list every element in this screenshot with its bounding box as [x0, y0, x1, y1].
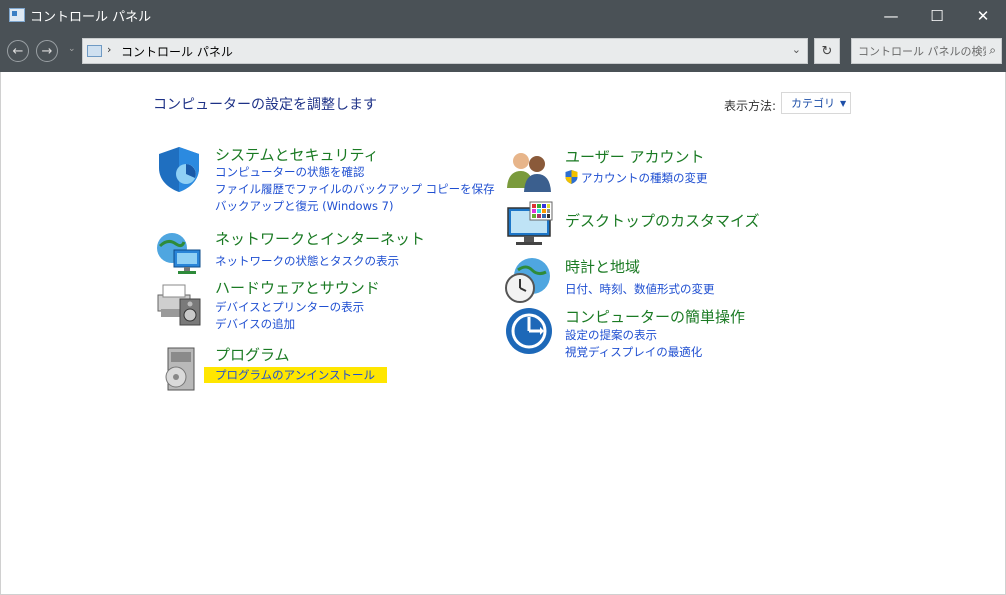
view-by-value[interactable]: カテゴリ: [791, 95, 835, 111]
minimize-button[interactable]: —: [868, 0, 914, 32]
backup-restore-link[interactable]: バックアップと復元 (Windows 7): [215, 198, 393, 214]
change-date-time-link[interactable]: 日付、時刻、数値形式の変更: [565, 281, 715, 297]
search-box[interactable]: ⌕: [851, 38, 1002, 64]
navigation-bar: ← → ⌄ › コントロール パネル ⌄ ↻ ⌕: [0, 32, 1006, 72]
change-account-type-link[interactable]: アカウントの種類の変更: [565, 170, 708, 186]
close-button[interactable]: ✕: [960, 0, 1006, 32]
view-by-label: 表示方法:: [724, 99, 777, 113]
title-bar: コントロール パネル — ☐ ✕: [0, 0, 1006, 32]
control-panel-content: コンピューターの設定を調整します 表示方法: カテゴリ ▼ システムとセキュリテ…: [0, 72, 1006, 595]
breadcrumb-control-panel[interactable]: コントロール パネル: [121, 43, 233, 60]
change-account-type-label: アカウントの種類の変更: [581, 171, 708, 185]
uac-shield-icon: [565, 170, 578, 184]
refresh-button[interactable]: ↻: [814, 38, 840, 64]
programs-box-icon[interactable]: [154, 344, 204, 394]
view-by-dropdown[interactable]: カテゴリ ▼: [781, 92, 851, 114]
file-history-link[interactable]: ファイル履歴でファイルのバックアップ コピーを保存: [215, 181, 495, 197]
network-status-link[interactable]: ネットワークの状態とタスクの表示: [215, 253, 399, 269]
add-device-link[interactable]: デバイスの追加: [215, 316, 295, 332]
address-dropdown-icon[interactable]: ⌄: [792, 43, 801, 56]
control-panel-icon: [9, 8, 25, 22]
recommended-settings-link[interactable]: 設定の提案の表示: [565, 327, 657, 343]
forward-button[interactable]: →: [36, 40, 58, 62]
page-title: コンピューターの設定を調整します: [153, 97, 377, 113]
network-globe-icon[interactable]: [154, 228, 204, 278]
search-icon[interactable]: ⌕: [989, 43, 996, 58]
ease-of-access-link[interactable]: コンピューターの簡単操作: [565, 306, 745, 327]
devices-printers-link[interactable]: デバイスとプリンターの表示: [215, 299, 364, 315]
uninstall-program-link[interactable]: プログラムのアンインストール: [204, 367, 387, 383]
user-accounts-link[interactable]: ユーザー アカウント: [565, 146, 704, 167]
search-input[interactable]: [856, 39, 988, 63]
check-status-link[interactable]: コンピューターの状態を確認: [215, 164, 365, 180]
network-internet-link[interactable]: ネットワークとインターネット: [215, 228, 425, 249]
window-title: コントロール パネル: [30, 10, 152, 25]
back-button[interactable]: ←: [7, 40, 29, 62]
ease-of-access-icon[interactable]: [504, 306, 554, 356]
breadcrumb-separator[interactable]: ›: [107, 43, 111, 56]
hardware-sound-link[interactable]: ハードウェアとサウンド: [215, 277, 380, 298]
users-icon[interactable]: [504, 146, 554, 196]
programs-link[interactable]: プログラム: [215, 344, 290, 365]
appearance-link[interactable]: デスクトップのカスタマイズ: [565, 210, 760, 231]
printer-speaker-icon[interactable]: [154, 277, 204, 327]
clock-region-link[interactable]: 時計と地域: [565, 256, 640, 277]
system-security-link[interactable]: システムとセキュリティ: [215, 144, 379, 165]
address-bar[interactable]: › コントロール パネル ⌄: [82, 38, 808, 64]
recent-locations-button[interactable]: ⌄: [68, 44, 76, 54]
security-shield-icon[interactable]: [154, 144, 204, 194]
clock-globe-icon[interactable]: [504, 256, 554, 306]
optimize-display-link[interactable]: 視覚ディスプレイの最適化: [565, 344, 702, 360]
maximize-button[interactable]: ☐: [914, 0, 960, 32]
desktop-palette-icon[interactable]: [504, 200, 554, 250]
chevron-down-icon[interactable]: ▼: [840, 99, 846, 108]
control-panel-icon: [87, 45, 102, 57]
